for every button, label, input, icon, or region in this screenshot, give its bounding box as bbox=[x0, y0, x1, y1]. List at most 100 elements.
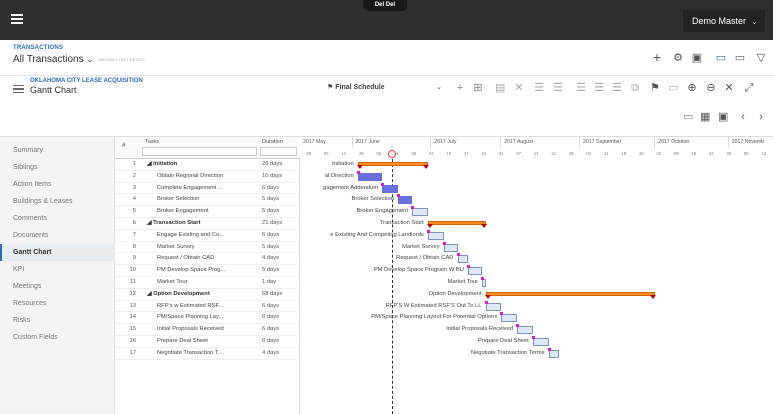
task-name[interactable]: Negotiate Transaction T... bbox=[145, 348, 260, 360]
task-name[interactable]: Broker Engagement bbox=[145, 206, 260, 218]
task-duration[interactable]: 5 days bbox=[262, 194, 298, 206]
sidebar-item-documents[interactable]: Documents bbox=[0, 227, 115, 244]
task-name[interactable]: Prepare Deal Sheet bbox=[145, 336, 260, 348]
export-icon[interactable]: ▣ bbox=[691, 52, 703, 64]
task-bar[interactable] bbox=[501, 314, 517, 323]
task-duration[interactable]: 5 days bbox=[262, 265, 298, 277]
fit-icon[interactable]: ✕ bbox=[724, 82, 734, 94]
task-name[interactable]: Engage Existing and Co... bbox=[145, 230, 260, 242]
task-name[interactable]: ◢ Transaction Start bbox=[145, 218, 260, 230]
column-header-tasks[interactable]: Tasks bbox=[145, 139, 159, 145]
task-bar[interactable] bbox=[357, 172, 383, 181]
task-name[interactable]: Request / Obtain CAD bbox=[145, 253, 260, 265]
hamburger-menu-icon[interactable] bbox=[11, 14, 23, 24]
task-duration[interactable]: 6 days bbox=[262, 301, 298, 313]
task-bar[interactable] bbox=[532, 338, 549, 346]
panel-icon[interactable]: ▭ bbox=[734, 52, 746, 64]
sidebar-item-comments[interactable]: Comments bbox=[0, 210, 115, 227]
task-filter-input[interactable] bbox=[142, 147, 257, 156]
table-row[interactable]: 8 Market Survey 5 days bbox=[115, 242, 300, 254]
task-duration[interactable]: 21 days bbox=[262, 218, 298, 230]
list-menu-icon[interactable] bbox=[13, 85, 24, 93]
task-duration[interactable]: 68 days bbox=[262, 289, 298, 301]
table-row[interactable]: 17 Negotiate Transaction T... 4 days bbox=[115, 348, 300, 360]
task-bar[interactable] bbox=[457, 255, 468, 264]
duration-filter-input[interactable] bbox=[260, 147, 297, 156]
insert-icon[interactable]: ⊞ bbox=[473, 82, 483, 94]
indent-icon[interactable]: ☰ bbox=[534, 82, 544, 94]
table-row[interactable]: 3 Complete Engagement ... 6 days bbox=[115, 183, 300, 195]
table-row[interactable]: 13 RFP's w Estimated RSF... 6 days bbox=[115, 301, 300, 313]
copy-icon[interactable]: ⧉ bbox=[630, 82, 640, 94]
zoom-in-icon[interactable]: ⊕ bbox=[687, 82, 697, 94]
summary-bar[interactable] bbox=[484, 291, 656, 299]
sidebar-item-kpi[interactable]: KPI bbox=[0, 261, 115, 278]
task-name[interactable]: Obtain Regional Direction bbox=[145, 171, 260, 183]
flag-icon[interactable]: ⚑ bbox=[650, 82, 660, 94]
task-duration[interactable]: 6 days bbox=[262, 183, 298, 195]
task-bar[interactable] bbox=[412, 208, 428, 217]
task-bar[interactable] bbox=[485, 302, 502, 311]
task-name[interactable]: ◢ Initiation bbox=[145, 159, 260, 171]
split-icon[interactable]: ☰ bbox=[612, 82, 622, 94]
task-duration[interactable]: 1 day bbox=[262, 277, 298, 289]
outdent-icon[interactable]: ☰ bbox=[553, 82, 563, 94]
task-name[interactable]: PM Develop Space Prog... bbox=[145, 265, 260, 277]
table-row[interactable]: 2 Obtain Regional Direction 10 days bbox=[115, 171, 300, 183]
task-bar[interactable] bbox=[482, 279, 486, 287]
table-row[interactable]: 12 ◢ Option Development 68 days bbox=[115, 289, 300, 301]
table-row[interactable]: 6 ◢ Transaction Start 21 days bbox=[115, 218, 300, 230]
task-name[interactable]: Initial Proposals Received bbox=[145, 324, 260, 336]
column-header-duration[interactable]: Duration bbox=[262, 139, 283, 145]
calendar-today-icon[interactable]: ▦ bbox=[700, 111, 710, 123]
table-row[interactable]: 4 Broker Selection 5 days bbox=[115, 194, 300, 207]
task-duration[interactable]: 6 days bbox=[262, 336, 298, 348]
task-bar[interactable] bbox=[468, 267, 482, 276]
schedule-select[interactable]: ⚑ Final Schedule ⌄ bbox=[327, 82, 442, 94]
sidebar-item-meetings[interactable]: Meetings bbox=[0, 278, 115, 295]
task-duration[interactable]: 10 days bbox=[262, 171, 298, 183]
task-bar[interactable] bbox=[427, 231, 444, 240]
section-selector[interactable]: All Transactions ⌄ bbox=[13, 54, 93, 65]
task-duration[interactable]: 5 days bbox=[262, 242, 298, 254]
delete-icon[interactable]: ✕ bbox=[514, 82, 524, 94]
table-row[interactable]: 11 Market Tour 1 day bbox=[115, 277, 300, 289]
link-icon[interactable]: ☰ bbox=[576, 82, 586, 94]
task-bar[interactable] bbox=[443, 243, 458, 252]
task-duration[interactable]: 6 days bbox=[262, 230, 298, 242]
task-name[interactable]: ◢ Option Development bbox=[145, 289, 260, 301]
table-row[interactable]: 15 Initial Proposals Received 6 days bbox=[115, 324, 300, 336]
sidebar-item-resources[interactable]: Resources bbox=[0, 295, 115, 312]
table-row[interactable]: 16 Prepare Deal Sheet 6 days bbox=[115, 336, 300, 348]
sidebar-item-action-items[interactable]: Action Items bbox=[0, 176, 115, 193]
sidebar-item-risks[interactable]: Risks bbox=[0, 312, 115, 329]
calendar-range-icon[interactable]: ▣ bbox=[718, 111, 728, 123]
task-duration[interactable]: 5 days bbox=[262, 206, 298, 218]
task-name[interactable]: Market Survey bbox=[145, 242, 260, 254]
task-duration[interactable]: 26 days bbox=[262, 159, 298, 171]
zoom-out-icon[interactable]: ⊖ bbox=[706, 82, 716, 94]
task-bar[interactable] bbox=[517, 326, 533, 335]
sidebar-item-buildings-leases[interactable]: Buildings & Leases bbox=[0, 193, 115, 210]
task-bar[interactable] bbox=[548, 349, 559, 358]
table-row[interactable]: 9 Request / Obtain CAD 4 days bbox=[115, 253, 300, 266]
chevron-right-icon[interactable]: › bbox=[756, 111, 766, 123]
task-name[interactable]: RFP's w Estimated RSF... bbox=[145, 301, 260, 313]
user-menu-button[interactable]: Demo Master ⌄ bbox=[683, 10, 765, 32]
app-logo[interactable]: Del Del bbox=[363, 0, 407, 11]
task-bar[interactable] bbox=[382, 184, 398, 193]
table-row[interactable]: 1 ◢ Initiation 26 days bbox=[115, 159, 300, 171]
sidebar-item-summary[interactable]: Summary bbox=[0, 142, 115, 159]
table-row[interactable]: 7 Engage Existing and Co... 6 days bbox=[115, 230, 300, 242]
add-icon[interactable]: + bbox=[651, 50, 663, 64]
task-name[interactable]: Market Tour bbox=[145, 277, 260, 289]
table-row[interactable]: 14 PM/Space Planning Lay... 6 days bbox=[115, 312, 300, 325]
settings-gear-icon[interactable]: ⚙ bbox=[672, 52, 684, 64]
table-row[interactable]: 10 PM Develop Space Prog... 5 days bbox=[115, 265, 300, 277]
summary-bar[interactable] bbox=[356, 162, 429, 169]
expand-icon[interactable]: ⤢ bbox=[744, 82, 754, 94]
task-duration[interactable]: 4 days bbox=[262, 253, 298, 265]
save-icon[interactable]: ▤ bbox=[495, 82, 505, 94]
unlink-icon[interactable]: ☰ bbox=[594, 82, 604, 94]
sidebar-item-gantt-chart[interactable]: Gantt Chart bbox=[0, 244, 115, 261]
